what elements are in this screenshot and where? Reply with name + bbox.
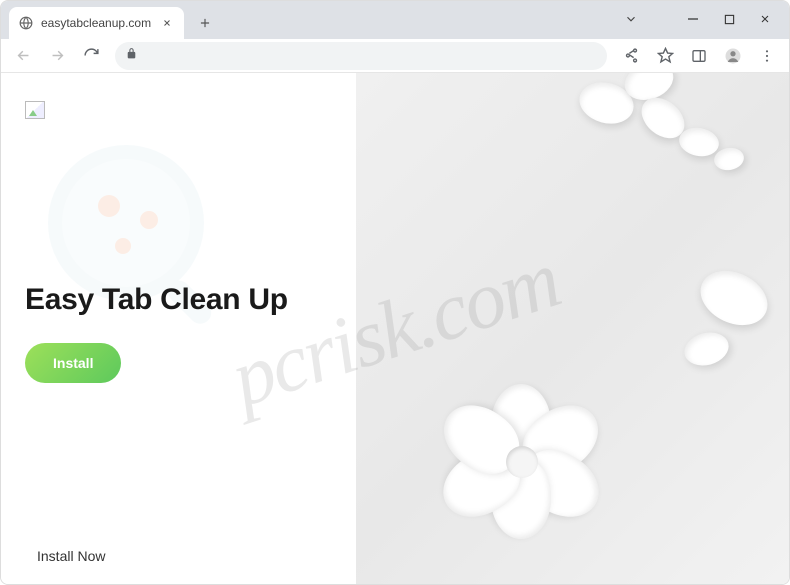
url-input[interactable] <box>146 48 597 63</box>
side-panel-button[interactable] <box>685 42 713 70</box>
address-bar[interactable] <box>115 42 607 70</box>
install-now-link[interactable]: Install Now <box>37 548 105 564</box>
browser-toolbar <box>1 39 789 73</box>
maximize-button[interactable] <box>711 5 747 33</box>
chevron-down-icon[interactable] <box>613 5 649 33</box>
titlebar: easytabcleanup.com <box>1 1 789 39</box>
page-content: Easy Tab Clean Up Install Install Now pc… <box>1 73 789 584</box>
close-window-button[interactable] <box>747 5 783 33</box>
new-tab-button[interactable] <box>192 10 218 36</box>
broken-image-icon <box>25 101 45 119</box>
browser-window: easytabcleanup.com <box>0 0 790 585</box>
hero-background-image <box>356 73 789 584</box>
share-button[interactable] <box>617 42 645 70</box>
page-headline: Easy Tab Clean Up <box>25 283 288 317</box>
bookmark-button[interactable] <box>651 42 679 70</box>
globe-icon <box>19 16 33 30</box>
hero-left-panel: Easy Tab Clean Up Install Install Now <box>1 73 379 584</box>
reload-button[interactable] <box>77 42 105 70</box>
back-button[interactable] <box>9 42 37 70</box>
minimize-button[interactable] <box>675 5 711 33</box>
tab-title: easytabcleanup.com <box>41 16 151 30</box>
kebab-menu-button[interactable] <box>753 42 781 70</box>
browser-tab[interactable]: easytabcleanup.com <box>9 7 184 39</box>
window-controls <box>613 5 783 33</box>
profile-button[interactable] <box>719 42 747 70</box>
install-button[interactable]: Install <box>25 343 121 383</box>
forward-button[interactable] <box>43 42 71 70</box>
tab-close-button[interactable] <box>160 16 174 30</box>
lock-icon <box>125 47 138 65</box>
